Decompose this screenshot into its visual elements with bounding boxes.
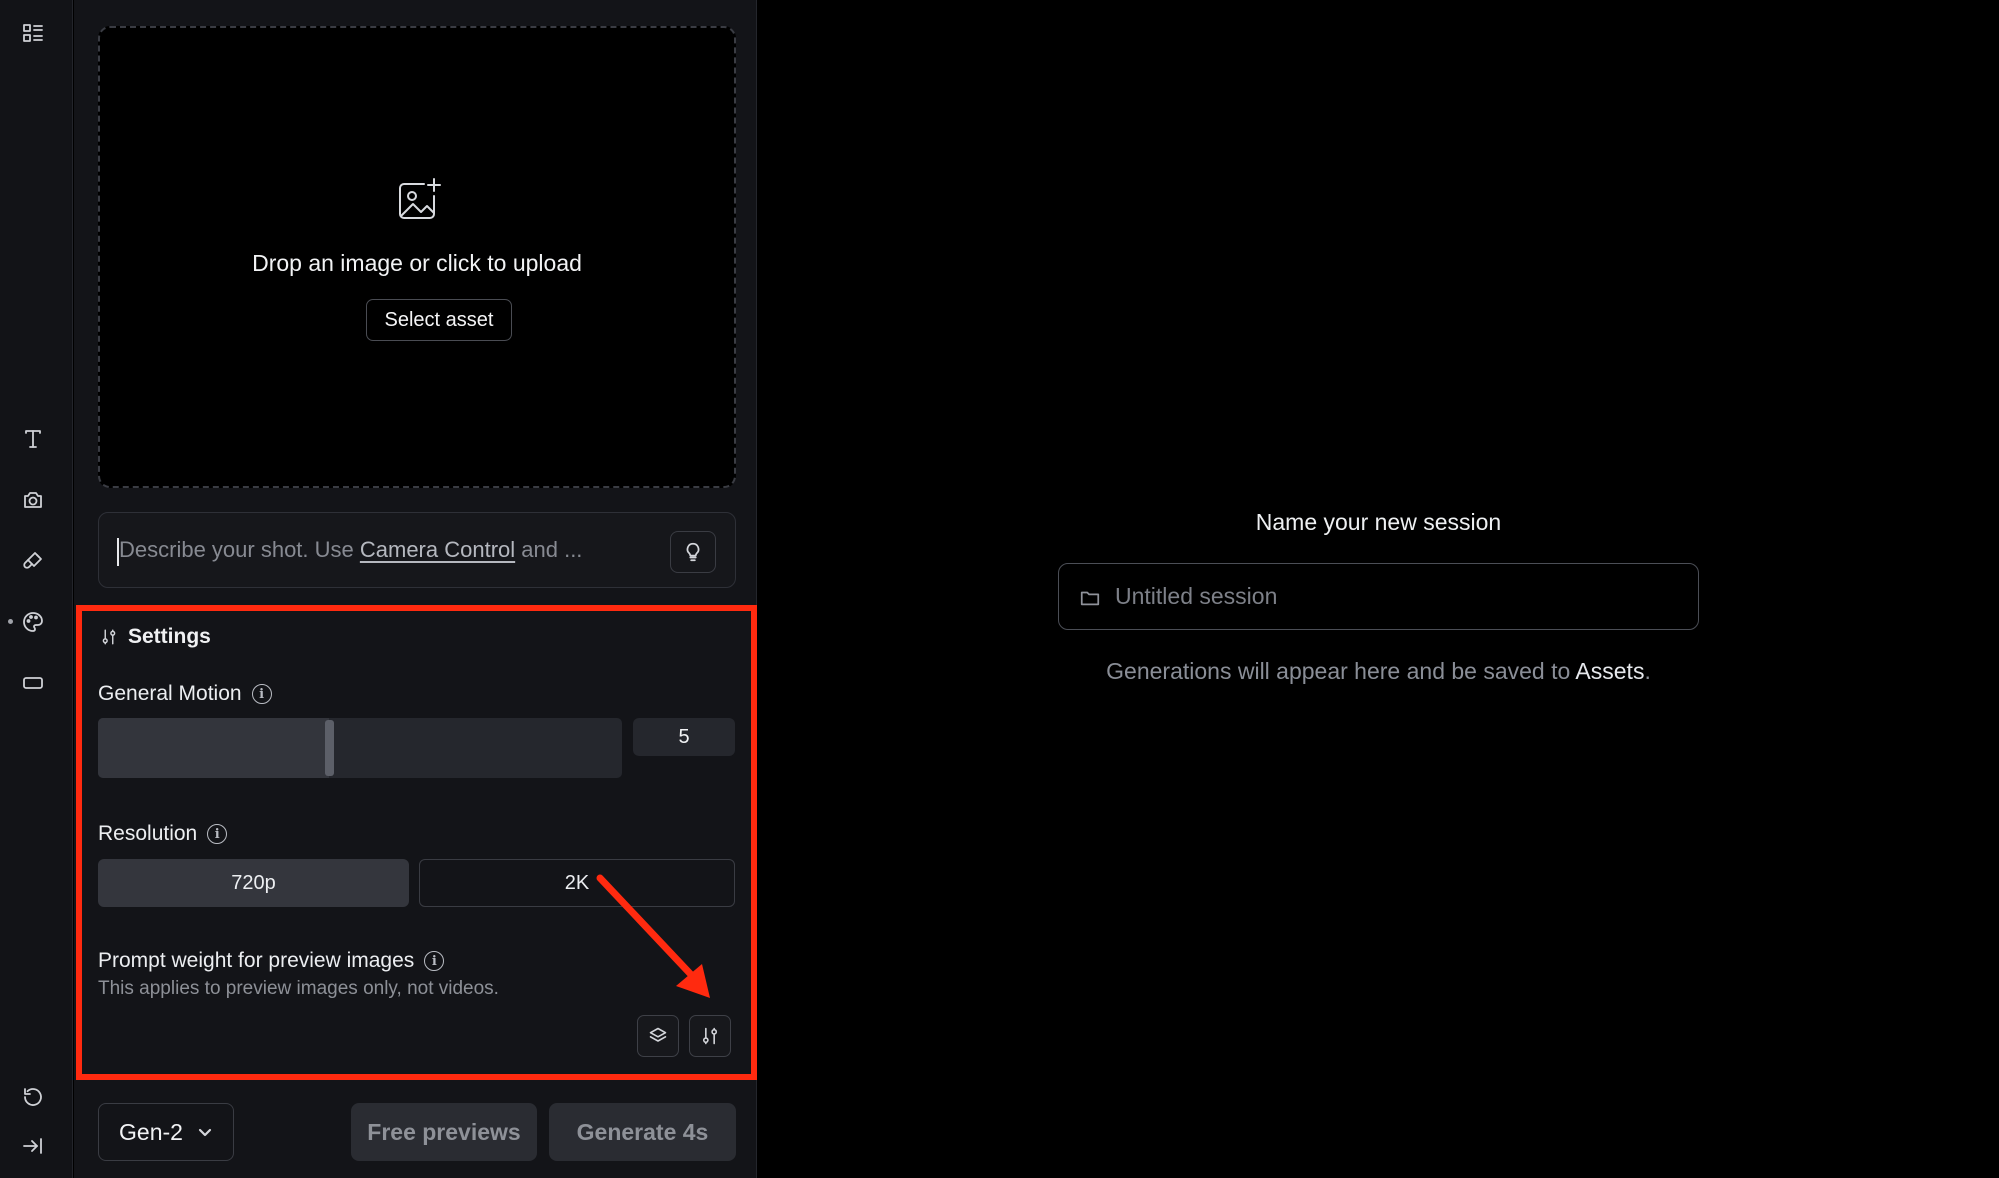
folder-icon <box>1080 591 1100 606</box>
info-icon[interactable]: i <box>251 684 272 704</box>
settings-sliders-icon <box>702 1027 718 1045</box>
select-asset-button[interactable]: Select asset <box>366 299 512 341</box>
camera-control-link[interactable]: Camera Control <box>360 537 515 562</box>
prompt-input[interactable]: Describe your shot. Use Camera Control a… <box>98 512 736 588</box>
session-hint: Generations will appear here and be save… <box>758 658 1999 685</box>
info-icon[interactable]: i <box>424 951 445 971</box>
layers-icon <box>649 1027 667 1042</box>
prompt-weight-note: This applies to preview images only, not… <box>98 978 499 999</box>
sidebar-menu-icon[interactable] <box>18 18 48 48</box>
general-motion-label-text: General Motion <box>98 682 242 705</box>
resolution-720p-button[interactable]: 720p <box>98 859 409 907</box>
chevron-down-icon <box>198 1128 212 1137</box>
session-hint-end: . <box>1644 658 1651 684</box>
model-select[interactable]: Gen-2 <box>98 1103 234 1161</box>
prompt-placeholder-start: Describe your shot. Use <box>119 537 360 562</box>
settings-title: Settings <box>128 625 211 648</box>
text-icon[interactable] <box>18 424 48 454</box>
session-heading: Name your new session <box>1255 509 1502 535</box>
undo-icon[interactable] <box>18 1082 48 1112</box>
settings-sliders-icon <box>102 629 116 645</box>
settings-header: Settings <box>100 625 211 649</box>
resolution-label-text: Resolution <box>98 822 198 845</box>
resolution-label: Resolution i <box>98 822 228 846</box>
general-motion-label: General Motion i <box>98 682 272 706</box>
tool-panel: Drop an image or click to upload Select … <box>74 0 757 1178</box>
upload-instruction: Drop an image or click to upload <box>252 250 582 276</box>
active-indicator <box>8 619 13 624</box>
general-motion-value[interactable]: 5 <box>633 718 735 756</box>
lightbulb-icon <box>686 542 700 562</box>
prompt-placeholder-end: and ... <box>515 537 583 562</box>
camera-icon[interactable] <box>18 485 48 515</box>
prompt-ideas-button[interactable] <box>670 531 716 573</box>
prompt-placeholder: Describe your shot. Use Camera Control a… <box>119 537 582 563</box>
icon-rail <box>0 0 73 1178</box>
prompt-weight-label: Prompt weight for preview images i <box>98 949 445 973</box>
brush-icon[interactable] <box>18 546 48 576</box>
session-hint-text: Generations will appear here and be save… <box>1106 658 1576 684</box>
assets-link[interactable]: Assets <box>1575 658 1644 684</box>
image-add-icon <box>394 176 444 226</box>
slider-fill <box>98 718 329 778</box>
free-previews-button[interactable]: Free previews <box>351 1103 537 1161</box>
resolution-2k-button[interactable]: 2K <box>419 859 735 907</box>
prompt-weight-label-text: Prompt weight for preview images <box>98 949 415 972</box>
session-name-input[interactable] <box>1115 564 1685 628</box>
settings-toggle-button[interactable] <box>689 1015 731 1057</box>
aspect-ratio-icon[interactable] <box>18 668 48 698</box>
info-icon[interactable]: i <box>207 824 228 844</box>
slider-handle[interactable] <box>324 720 334 776</box>
model-select-value: Gen-2 <box>119 1118 183 1145</box>
general-motion-slider[interactable] <box>98 718 622 778</box>
generate-button[interactable]: Generate 4s <box>549 1103 736 1161</box>
main-canvas: Name your new session Generations will a… <box>758 0 1999 1178</box>
session-name-field[interactable] <box>1058 563 1699 630</box>
layers-button[interactable] <box>637 1015 679 1057</box>
palette-icon[interactable] <box>18 607 48 637</box>
collapse-panel-icon[interactable] <box>18 1131 48 1161</box>
image-dropzone[interactable]: Drop an image or click to upload Select … <box>98 26 736 488</box>
